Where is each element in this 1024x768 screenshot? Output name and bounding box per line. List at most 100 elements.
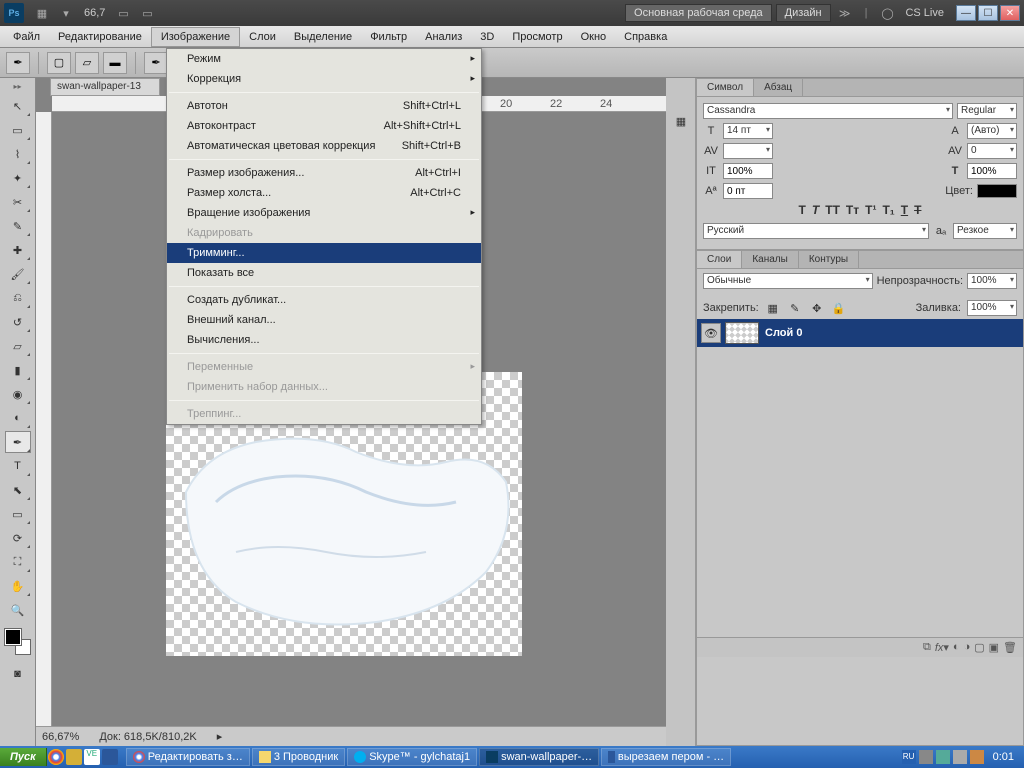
3d-tool[interactable]: ⟳ xyxy=(5,527,31,549)
gradient-tool[interactable]: ▮ xyxy=(5,359,31,381)
type-tool[interactable]: T xyxy=(5,455,31,477)
move-tool[interactable]: ↖ xyxy=(5,95,31,117)
bold-button[interactable]: T xyxy=(799,203,806,217)
menu-item-автотон[interactable]: АвтотонShift+Ctrl+L xyxy=(167,96,481,116)
menu-window[interactable]: Окно xyxy=(572,28,616,46)
leading-select[interactable]: (Авто) xyxy=(967,123,1017,139)
strikethrough-button[interactable]: T xyxy=(914,203,921,217)
adjustment-layer-icon[interactable]: ◑ xyxy=(964,641,971,654)
menu-item-автоматическаяцветоваякоррекция[interactable]: Автоматическая цветовая коррекцияShift+C… xyxy=(167,136,481,156)
opacity-input[interactable]: 100% xyxy=(967,273,1017,289)
menu-item-вычисления[interactable]: Вычисления... xyxy=(167,330,481,350)
menu-item-режим[interactable]: Режим xyxy=(167,49,481,69)
tracking-select[interactable]: 0 xyxy=(967,143,1017,159)
ql-agent-icon[interactable]: VE xyxy=(84,749,100,765)
blur-tool[interactable]: ◉ xyxy=(5,383,31,405)
lock-all-icon[interactable]: 🔒 xyxy=(831,300,847,316)
menu-view[interactable]: Просмотр xyxy=(503,28,571,46)
quickmask-button[interactable]: ◙ xyxy=(5,663,31,685)
color-swatches[interactable] xyxy=(5,629,31,655)
shape-tool[interactable]: ▭ xyxy=(5,503,31,525)
ql-chrome-icon[interactable] xyxy=(48,749,64,765)
allcaps-button[interactable]: TT xyxy=(825,203,840,217)
task-photoshop[interactable]: swan-wallpaper-… xyxy=(479,748,599,766)
stamp-tool[interactable]: ⎌ xyxy=(5,287,31,309)
language-select[interactable]: Русский xyxy=(703,223,929,239)
tray-icon-2[interactable] xyxy=(936,750,950,764)
menu-item-размеризображения[interactable]: Размер изображения...Alt+Ctrl+I xyxy=(167,163,481,183)
layer-row[interactable]: 👁 Слой 0 xyxy=(697,319,1023,347)
task-explorer[interactable]: 3 Проводник xyxy=(252,748,345,766)
workspace-design-button[interactable]: Дизайн xyxy=(776,4,831,22)
task-chrome[interactable]: Редактировать з… xyxy=(126,748,250,766)
task-word[interactable]: вырезаем пером - … xyxy=(601,748,731,766)
task-skype[interactable]: Skype™ - gylchataj1 xyxy=(347,748,477,766)
subscript-button[interactable]: T₁ xyxy=(882,203,894,217)
path-mode-fill-button[interactable]: ▬ xyxy=(103,52,127,74)
superscript-button[interactable]: T¹ xyxy=(865,203,876,217)
new-layer-icon[interactable]: ▣ xyxy=(989,641,999,654)
tab-paths[interactable]: Контуры xyxy=(799,251,859,268)
document-tab[interactable]: swan-wallpaper-13 xyxy=(50,78,160,96)
menu-edit[interactable]: Редактирование xyxy=(49,28,151,46)
more-workspaces-icon[interactable]: ≫ xyxy=(836,4,854,22)
underline-button[interactable]: T xyxy=(901,203,908,217)
bridge-icon[interactable]: ▦ xyxy=(33,4,51,22)
menu-item-коррекция[interactable]: Коррекция xyxy=(167,69,481,89)
tab-layers[interactable]: Слои xyxy=(697,251,742,268)
start-button[interactable]: Пуск xyxy=(0,748,47,766)
tray-lang-icon[interactable]: RU xyxy=(902,750,916,764)
tray-icon-3[interactable] xyxy=(953,750,967,764)
pen-tool-icon[interactable]: ✒ xyxy=(144,52,168,74)
layer-name[interactable]: Слой 0 xyxy=(765,327,802,339)
cslive-label[interactable]: CS Live xyxy=(899,5,950,21)
screen-mode-icon[interactable]: ▭ xyxy=(138,4,156,22)
brush-tool[interactable]: 🖌 xyxy=(5,263,31,285)
menu-image[interactable]: Изображение xyxy=(151,27,240,47)
menu-filter[interactable]: Фильтр xyxy=(361,28,416,46)
menu-item-тримминг[interactable]: Тримминг... xyxy=(167,243,481,263)
menu-file[interactable]: Файл xyxy=(4,28,49,46)
menu-item-вращениеизображения[interactable]: Вращение изображения xyxy=(167,203,481,223)
fill-input[interactable]: 100% xyxy=(967,300,1017,316)
menu-item-внешнийканал[interactable]: Внешний канал... xyxy=(167,310,481,330)
marquee-tool[interactable]: ▭ xyxy=(5,119,31,141)
font-size-select[interactable]: 14 пт xyxy=(723,123,773,139)
menu-layers[interactable]: Слои xyxy=(240,28,285,46)
status-doc-size[interactable]: Док: 618,5K/810,2K xyxy=(99,731,196,743)
menu-item-автоконтраст[interactable]: АвтоконтрастAlt+Shift+Ctrl+L xyxy=(167,116,481,136)
menu-help[interactable]: Справка xyxy=(615,28,676,46)
maximize-button[interactable]: ☐ xyxy=(978,5,998,21)
path-mode-path-button[interactable]: ▱ xyxy=(75,52,99,74)
history-brush-tool[interactable]: ↺ xyxy=(5,311,31,333)
collapse-icon[interactable]: ▸▸ xyxy=(13,82,21,91)
visibility-eye-icon[interactable]: 👁 xyxy=(701,323,721,343)
menu-3d[interactable]: 3D xyxy=(471,28,503,46)
mini-bridge-icon[interactable]: ▾ xyxy=(57,4,75,22)
ql-app-icon[interactable] xyxy=(66,749,82,765)
crop-tool[interactable]: ✂ xyxy=(5,191,31,213)
healing-tool[interactable]: ✚ xyxy=(5,239,31,261)
tab-character[interactable]: Символ xyxy=(697,79,754,96)
link-layers-icon[interactable]: ⧉ xyxy=(923,641,931,654)
tab-channels[interactable]: Каналы xyxy=(742,251,799,268)
zoom-display[interactable]: 66,7 xyxy=(78,5,111,21)
baseline-input[interactable] xyxy=(723,183,773,199)
font-family-select[interactable]: Cassandra xyxy=(703,103,953,119)
font-style-select[interactable]: Regular xyxy=(957,103,1017,119)
tool-preset-button[interactable]: ✒ xyxy=(6,52,30,74)
dodge-tool[interactable]: ◐ xyxy=(5,407,31,429)
menu-item-показатьвсе[interactable]: Показать все xyxy=(167,263,481,283)
cslive-icon[interactable]: ◯ xyxy=(878,4,896,22)
status-arrow-icon[interactable]: ▸ xyxy=(217,730,223,743)
layer-mask-icon[interactable]: ◐ xyxy=(953,641,960,654)
menu-select[interactable]: Выделение xyxy=(285,28,361,46)
layer-fx-icon[interactable]: fx▾ xyxy=(935,641,949,654)
foreground-swatch[interactable] xyxy=(5,629,21,645)
blend-mode-select[interactable]: Обычные xyxy=(703,273,873,289)
hscale-input[interactable] xyxy=(967,163,1017,179)
3d-camera-tool[interactable]: ⛶ xyxy=(5,551,31,573)
text-color-swatch[interactable] xyxy=(977,184,1017,198)
antialias-select[interactable]: Резкое xyxy=(953,223,1017,239)
lock-position-icon[interactable]: ✥ xyxy=(809,300,825,316)
